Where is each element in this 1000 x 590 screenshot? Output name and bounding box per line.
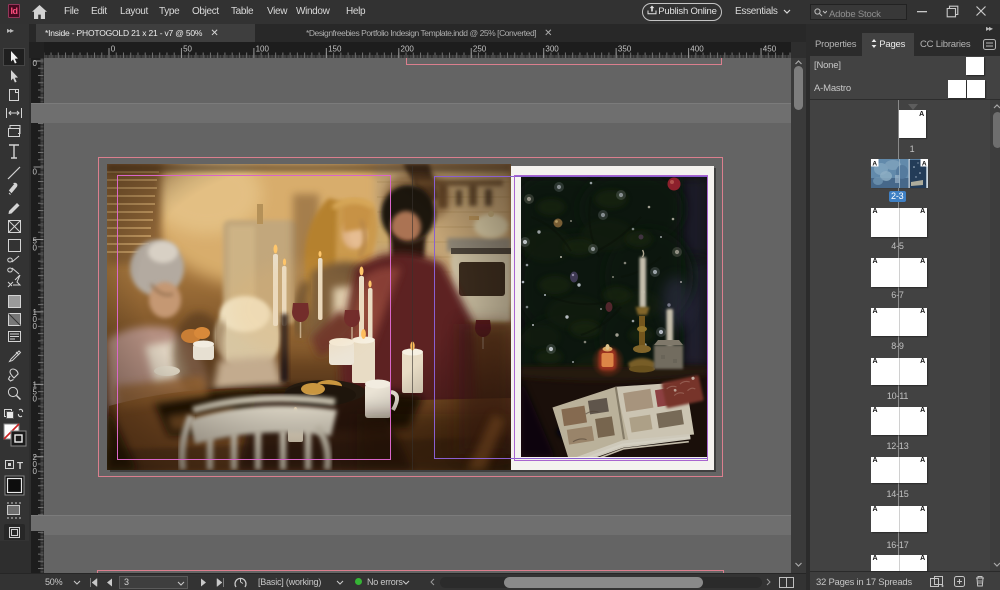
svg-text:5: 5 [33,388,38,397]
svg-text:0: 0 [33,59,38,68]
svg-text:0: 0 [33,322,38,331]
svg-text:0: 0 [33,395,38,404]
svg-text:5: 5 [33,237,38,246]
svg-text:0: 0 [111,45,116,54]
svg-text:0: 0 [33,467,38,476]
svg-text:150: 150 [328,45,342,54]
svg-text:200: 200 [401,45,415,54]
svg-text:T: T [17,461,23,472]
svg-text:0: 0 [33,315,38,324]
svg-text:A: A [921,160,926,167]
svg-text:2: 2 [33,453,38,462]
svg-text:400: 400 [690,45,704,54]
svg-text:250: 250 [473,45,487,54]
svg-text:0: 0 [33,244,38,253]
svg-text:1: 1 [33,381,38,390]
svg-text:0: 0 [33,168,38,177]
svg-text:350: 350 [618,45,632,54]
svg-text:300: 300 [545,45,559,54]
svg-text:0: 0 [33,460,38,469]
svg-text:100: 100 [256,45,270,54]
svg-text:1: 1 [33,308,38,317]
svg-text:A: A [872,160,877,167]
svg-text:50: 50 [183,45,192,54]
svg-text:450: 450 [763,45,777,54]
